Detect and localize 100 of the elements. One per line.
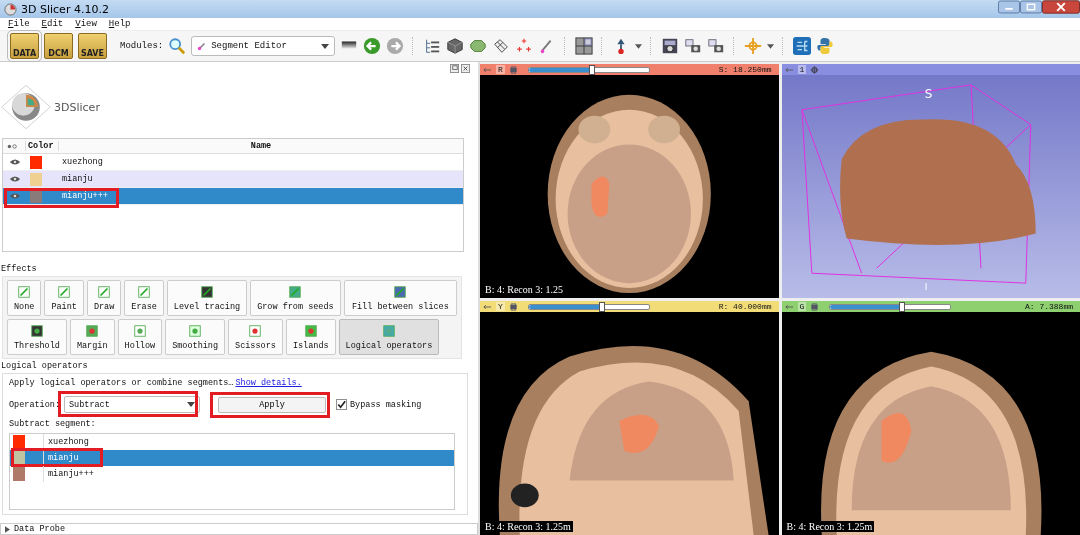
- effect-button[interactable]: Margin: [69, 319, 115, 355]
- effect-button[interactable]: Threshold: [7, 319, 67, 355]
- effect-button[interactable]: Level tracing: [166, 280, 248, 316]
- effect-button[interactable]: None: [7, 280, 42, 316]
- effect-button[interactable]: Erase: [124, 280, 164, 316]
- effect-button[interactable]: Fill between slices: [343, 280, 457, 316]
- color-swatch[interactable]: [30, 172, 42, 186]
- settings-icon[interactable]: [810, 65, 820, 74]
- menu-item[interactable]: View: [75, 19, 97, 29]
- expand-arrow-icon[interactable]: [5, 525, 10, 533]
- caret-icon[interactable]: [635, 43, 643, 49]
- eye-icon[interactable]: [9, 192, 21, 200]
- effect-icon: [85, 323, 100, 338]
- column-header[interactable]: Color: [25, 141, 58, 151]
- segment-row[interactable]: mianju: [10, 450, 454, 466]
- eye-icon[interactable]: [9, 158, 21, 166]
- pin-icon[interactable]: [784, 302, 794, 311]
- layout-icon[interactable]: [575, 37, 594, 55]
- toolbar-button[interactable]: DATA: [10, 33, 39, 59]
- camera-icon[interactable]: [707, 37, 726, 55]
- effect-icon: [248, 323, 263, 338]
- collapsible-section-bar[interactable]: Data Probe: [0, 523, 478, 535]
- slice-offset: R: 40.000mm: [718, 302, 773, 311]
- effect-button[interactable]: Smoothing: [165, 319, 226, 355]
- apply-button[interactable]: Apply: [218, 396, 326, 413]
- caret-icon: [321, 43, 330, 49]
- effect-button[interactable]: Draw: [86, 280, 122, 316]
- slider-thumb[interactable]: [599, 301, 605, 312]
- effect-button[interactable]: Islands: [285, 319, 336, 355]
- float-icon[interactable]: [450, 64, 459, 73]
- segment-name: mianju+++: [47, 469, 94, 479]
- segment-list-label: Subtract segment:: [9, 419, 97, 429]
- menu-item[interactable]: Edit: [41, 19, 64, 29]
- close-icon[interactable]: [1042, 0, 1080, 14]
- link-icon[interactable]: [508, 65, 518, 74]
- segment-row[interactable]: mianju: [3, 171, 463, 188]
- effect-icon: [303, 323, 318, 338]
- effect-button[interactable]: Logical operators: [338, 319, 440, 355]
- effect-icon: [17, 284, 32, 299]
- show-details-link[interactable]: Show details.: [235, 378, 302, 388]
- logo-text: 3DSlicer: [54, 100, 100, 114]
- minimize-icon[interactable]: [998, 0, 1020, 14]
- effect-button[interactable]: Grow from seeds: [250, 280, 341, 316]
- octagon-icon[interactable]: [469, 37, 488, 55]
- segment-name: mianju: [47, 453, 79, 463]
- checkbox[interactable]: [336, 399, 347, 410]
- effect-button[interactable]: Paint: [44, 280, 84, 316]
- toolbar-button[interactable]: DCM: [44, 33, 73, 59]
- pin-icon[interactable]: [483, 302, 492, 311]
- view-annotation: B: 4: Recon 3: 1.25: [483, 284, 566, 295]
- eye-icon[interactable]: [9, 175, 21, 183]
- modules-label: Modules:: [120, 41, 164, 51]
- checkbox-label[interactable]: Bypass masking: [350, 399, 422, 410]
- effect-button[interactable]: Scissors: [228, 319, 283, 355]
- segment-row[interactable]: mianju+++: [10, 466, 454, 482]
- menu-item[interactable]: File: [8, 19, 30, 29]
- view-annotation: B: 4: Recon 3: 1.25m: [483, 521, 573, 532]
- extension-icon[interactable]: [793, 37, 812, 55]
- link-icon[interactable]: [508, 302, 518, 311]
- effect-icon: [57, 284, 72, 299]
- effect-button[interactable]: Hollow: [117, 319, 163, 355]
- menu-item[interactable]: Help: [108, 19, 131, 29]
- segment-row[interactable]: mianju+++: [3, 188, 463, 205]
- segment-name: xuezhong: [47, 437, 89, 447]
- column-header[interactable]: Name: [58, 141, 463, 151]
- close-icon[interactable]: [461, 64, 470, 73]
- toolbar-button[interactable]: SAVE: [78, 33, 107, 59]
- app-logo-icon: [4, 2, 17, 16]
- python-icon[interactable]: [816, 37, 835, 55]
- segment-name: mianju: [61, 174, 93, 184]
- tree-list-icon[interactable]: [423, 37, 442, 55]
- effect-icon: [288, 284, 303, 299]
- operation-dropdown[interactable]: Subtract: [64, 396, 200, 413]
- effect-icon: [137, 284, 152, 299]
- camera-icon[interactable]: [684, 37, 703, 55]
- slider-thumb[interactable]: [899, 301, 906, 312]
- link-icon[interactable]: [810, 302, 820, 311]
- grid-icon[interactable]: [492, 37, 511, 55]
- slice-slider[interactable]: [829, 303, 952, 310]
- description-text: Apply logical operators or combine segments…: [9, 378, 234, 388]
- segment-name: xuezhong: [61, 157, 103, 167]
- search-icon[interactable]: [168, 37, 187, 55]
- section-label: Logical operators: [0, 361, 89, 371]
- effect-icon: [188, 323, 203, 338]
- slider-thumb[interactable]: [589, 64, 596, 75]
- module-dropdown[interactable]: Segment Editor: [191, 36, 336, 56]
- visibility-header-icon[interactable]: [6, 142, 18, 150]
- section-title[interactable]: Data Probe: [14, 524, 65, 534]
- color-swatch[interactable]: [30, 155, 42, 169]
- caret-icon[interactable]: [767, 43, 775, 49]
- segment-row[interactable]: xuezhong: [10, 434, 454, 450]
- cube-icon[interactable]: [446, 37, 465, 55]
- brush-icon: [197, 41, 208, 51]
- slice-slider[interactable]: [527, 303, 650, 310]
- maximize-icon[interactable]: [1020, 0, 1042, 14]
- effect-icon: [200, 284, 214, 299]
- window-title: 3D Slicer 4.10.2: [21, 2, 109, 16]
- effect-icon: [97, 284, 112, 299]
- slice-slider[interactable]: [527, 66, 650, 73]
- camera-icon[interactable]: [661, 37, 680, 55]
